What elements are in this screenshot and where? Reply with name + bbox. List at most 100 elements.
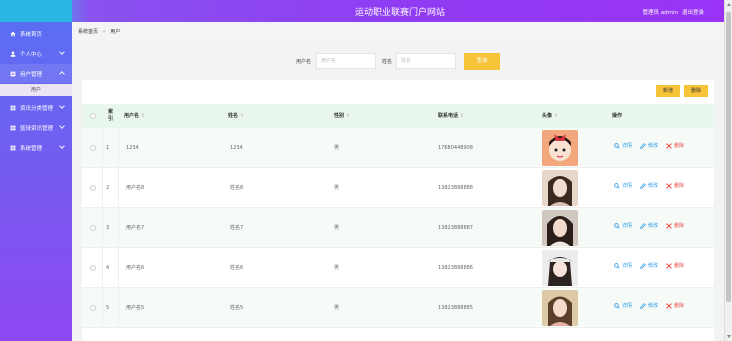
- column-header-avatar[interactable]: 头像 ↕: [542, 104, 558, 128]
- cell-phone: 13823888886: [438, 265, 473, 271]
- pencil-icon: [640, 222, 646, 229]
- select-all-checkbox[interactable]: [90, 113, 96, 119]
- column-header-phone[interactable]: 联系电话 ↕: [438, 104, 464, 128]
- sidebar-item-basketball-news[interactable]: 篮球资讯管理: [0, 118, 72, 137]
- sidebar-item-profile[interactable]: 个人中心: [0, 44, 72, 63]
- column-header-actions: 操作: [612, 113, 623, 119]
- cell-phone: 13823888887: [438, 225, 473, 231]
- delete-row-button[interactable]: 删除: [666, 142, 684, 149]
- pencil-icon: [640, 182, 646, 189]
- main-content: 用户名 用户名 姓名 姓名 查询 新增 删除 索 引 用户名 ↕ 姓名 ↕ 性别…: [72, 42, 724, 341]
- edit-button[interactable]: 修改: [640, 142, 658, 149]
- close-icon: [666, 302, 672, 309]
- search-button[interactable]: 查询: [464, 53, 500, 70]
- sidebar-item-news-category[interactable]: 资讯分类管理: [0, 98, 72, 117]
- row-checkbox[interactable]: [90, 265, 96, 271]
- sort-icon: ↕: [239, 113, 244, 119]
- cell-username: 用户名6: [126, 265, 145, 271]
- cell-phone: 17680448908: [438, 145, 473, 151]
- user-icon: [10, 50, 16, 57]
- close-icon: [666, 222, 672, 229]
- edit-button[interactable]: 修改: [640, 182, 658, 189]
- cell-index: 5: [106, 305, 110, 311]
- search-icon: [614, 182, 620, 189]
- edit-button[interactable]: 修改: [640, 262, 658, 269]
- page-scrollbar[interactable]: [724, 0, 732, 341]
- search-icon: [614, 302, 620, 309]
- avatar-image: [542, 170, 578, 206]
- sidebar-item-label: 个人中心: [20, 51, 43, 58]
- view-button[interactable]: 详情: [614, 262, 632, 269]
- scroll-up-icon[interactable]: [727, 3, 731, 6]
- grid-icon: [10, 145, 16, 150]
- scroll-down-icon[interactable]: [727, 335, 731, 338]
- logout-link[interactable]: 退出登录: [682, 8, 704, 16]
- search-bar: 用户名 用户名 姓名 姓名 查询: [72, 50, 724, 74]
- row-checkbox[interactable]: [90, 305, 96, 311]
- breadcrumb-current: 用户: [110, 29, 121, 35]
- scrollbar-thumb[interactable]: [726, 12, 731, 302]
- chevron-up-icon: [59, 71, 65, 77]
- column-header-username[interactable]: 用户名 ↕: [124, 104, 145, 128]
- avatar-image: [542, 290, 578, 326]
- view-button[interactable]: 详情: [614, 142, 632, 149]
- users-icon: [10, 71, 16, 76]
- pencil-icon: [640, 302, 646, 309]
- row-checkbox[interactable]: [90, 225, 96, 231]
- site-title: 运动职业联赛门户网站: [354, 8, 445, 18]
- sidebar-subitem-users[interactable]: 用户: [0, 84, 72, 96]
- cell-gender: 男: [334, 145, 340, 151]
- column-header-index[interactable]: 索 引: [108, 104, 113, 128]
- table-row: 3 用户名7 姓名7 男 13823888887 详情 修改 删除: [82, 208, 714, 248]
- sidebar-item-label: 系统管理: [20, 145, 43, 152]
- name-input[interactable]: 姓名: [396, 53, 456, 69]
- delete-button[interactable]: 删除: [684, 85, 708, 97]
- row-checkbox[interactable]: [90, 145, 96, 151]
- view-button[interactable]: 详情: [614, 222, 632, 229]
- cell-username: 用户名7: [126, 225, 145, 231]
- table-row: 4 用户名6 姓名6 男 13823888886 详情 修改 删除: [82, 248, 714, 288]
- cell-name: 姓名7: [230, 225, 244, 231]
- search-icon: [614, 222, 620, 229]
- edit-button[interactable]: 修改: [640, 302, 658, 309]
- delete-row-button[interactable]: 删除: [666, 182, 684, 189]
- table-row: 1 1234 1234 男 17680448908 详情 修改 删除: [82, 128, 714, 168]
- name-label: 姓名: [382, 59, 393, 65]
- breadcrumb-home[interactable]: 系统首页: [78, 29, 98, 35]
- sidebar-logo-area: [0, 0, 72, 22]
- cell-gender: 男: [334, 185, 340, 191]
- add-button[interactable]: 新增: [656, 85, 680, 97]
- delete-row-button[interactable]: 删除: [666, 302, 684, 309]
- sidebar-item-user-management[interactable]: 用户管理: [0, 64, 72, 83]
- current-user: 管理员 admin: [642, 10, 678, 16]
- row-checkbox[interactable]: [90, 185, 96, 191]
- sort-icon: ↕: [459, 113, 464, 119]
- home-icon: [10, 31, 16, 36]
- avatar-image: [542, 210, 578, 246]
- cell-name: 1234: [230, 145, 243, 151]
- view-button[interactable]: 详情: [614, 302, 632, 309]
- delete-row-button[interactable]: 删除: [666, 222, 684, 229]
- sidebar: 系统首页 个人中心 用户管理 用户 资讯分类管理 篮球资讯管理 系统管理: [0, 0, 72, 341]
- close-icon: [666, 182, 672, 189]
- view-button[interactable]: 详情: [614, 182, 632, 189]
- cell-name: 姓名6: [230, 265, 244, 271]
- sidebar-item-label: 篮球资讯管理: [20, 125, 54, 132]
- close-icon: [666, 262, 672, 269]
- cell-phone: 13823888888: [438, 185, 473, 191]
- search-icon: [614, 262, 620, 269]
- sidebar-item-home[interactable]: 系统首页: [0, 24, 72, 43]
- column-header-gender[interactable]: 性别 ↕: [334, 104, 350, 128]
- sort-icon: ↕: [345, 113, 350, 119]
- column-header-name[interactable]: 姓名 ↕: [228, 104, 244, 128]
- cell-username: 1234: [126, 145, 139, 151]
- cell-gender: 男: [334, 265, 340, 271]
- cell-index: 3: [106, 225, 110, 231]
- pencil-icon: [640, 142, 646, 149]
- delete-row-button[interactable]: 删除: [666, 262, 684, 269]
- edit-button[interactable]: 修改: [640, 222, 658, 229]
- username-input[interactable]: 用户名: [316, 53, 376, 69]
- cell-gender: 男: [334, 305, 340, 311]
- chevron-down-icon: [59, 49, 65, 55]
- sidebar-item-system[interactable]: 系统管理: [0, 138, 72, 157]
